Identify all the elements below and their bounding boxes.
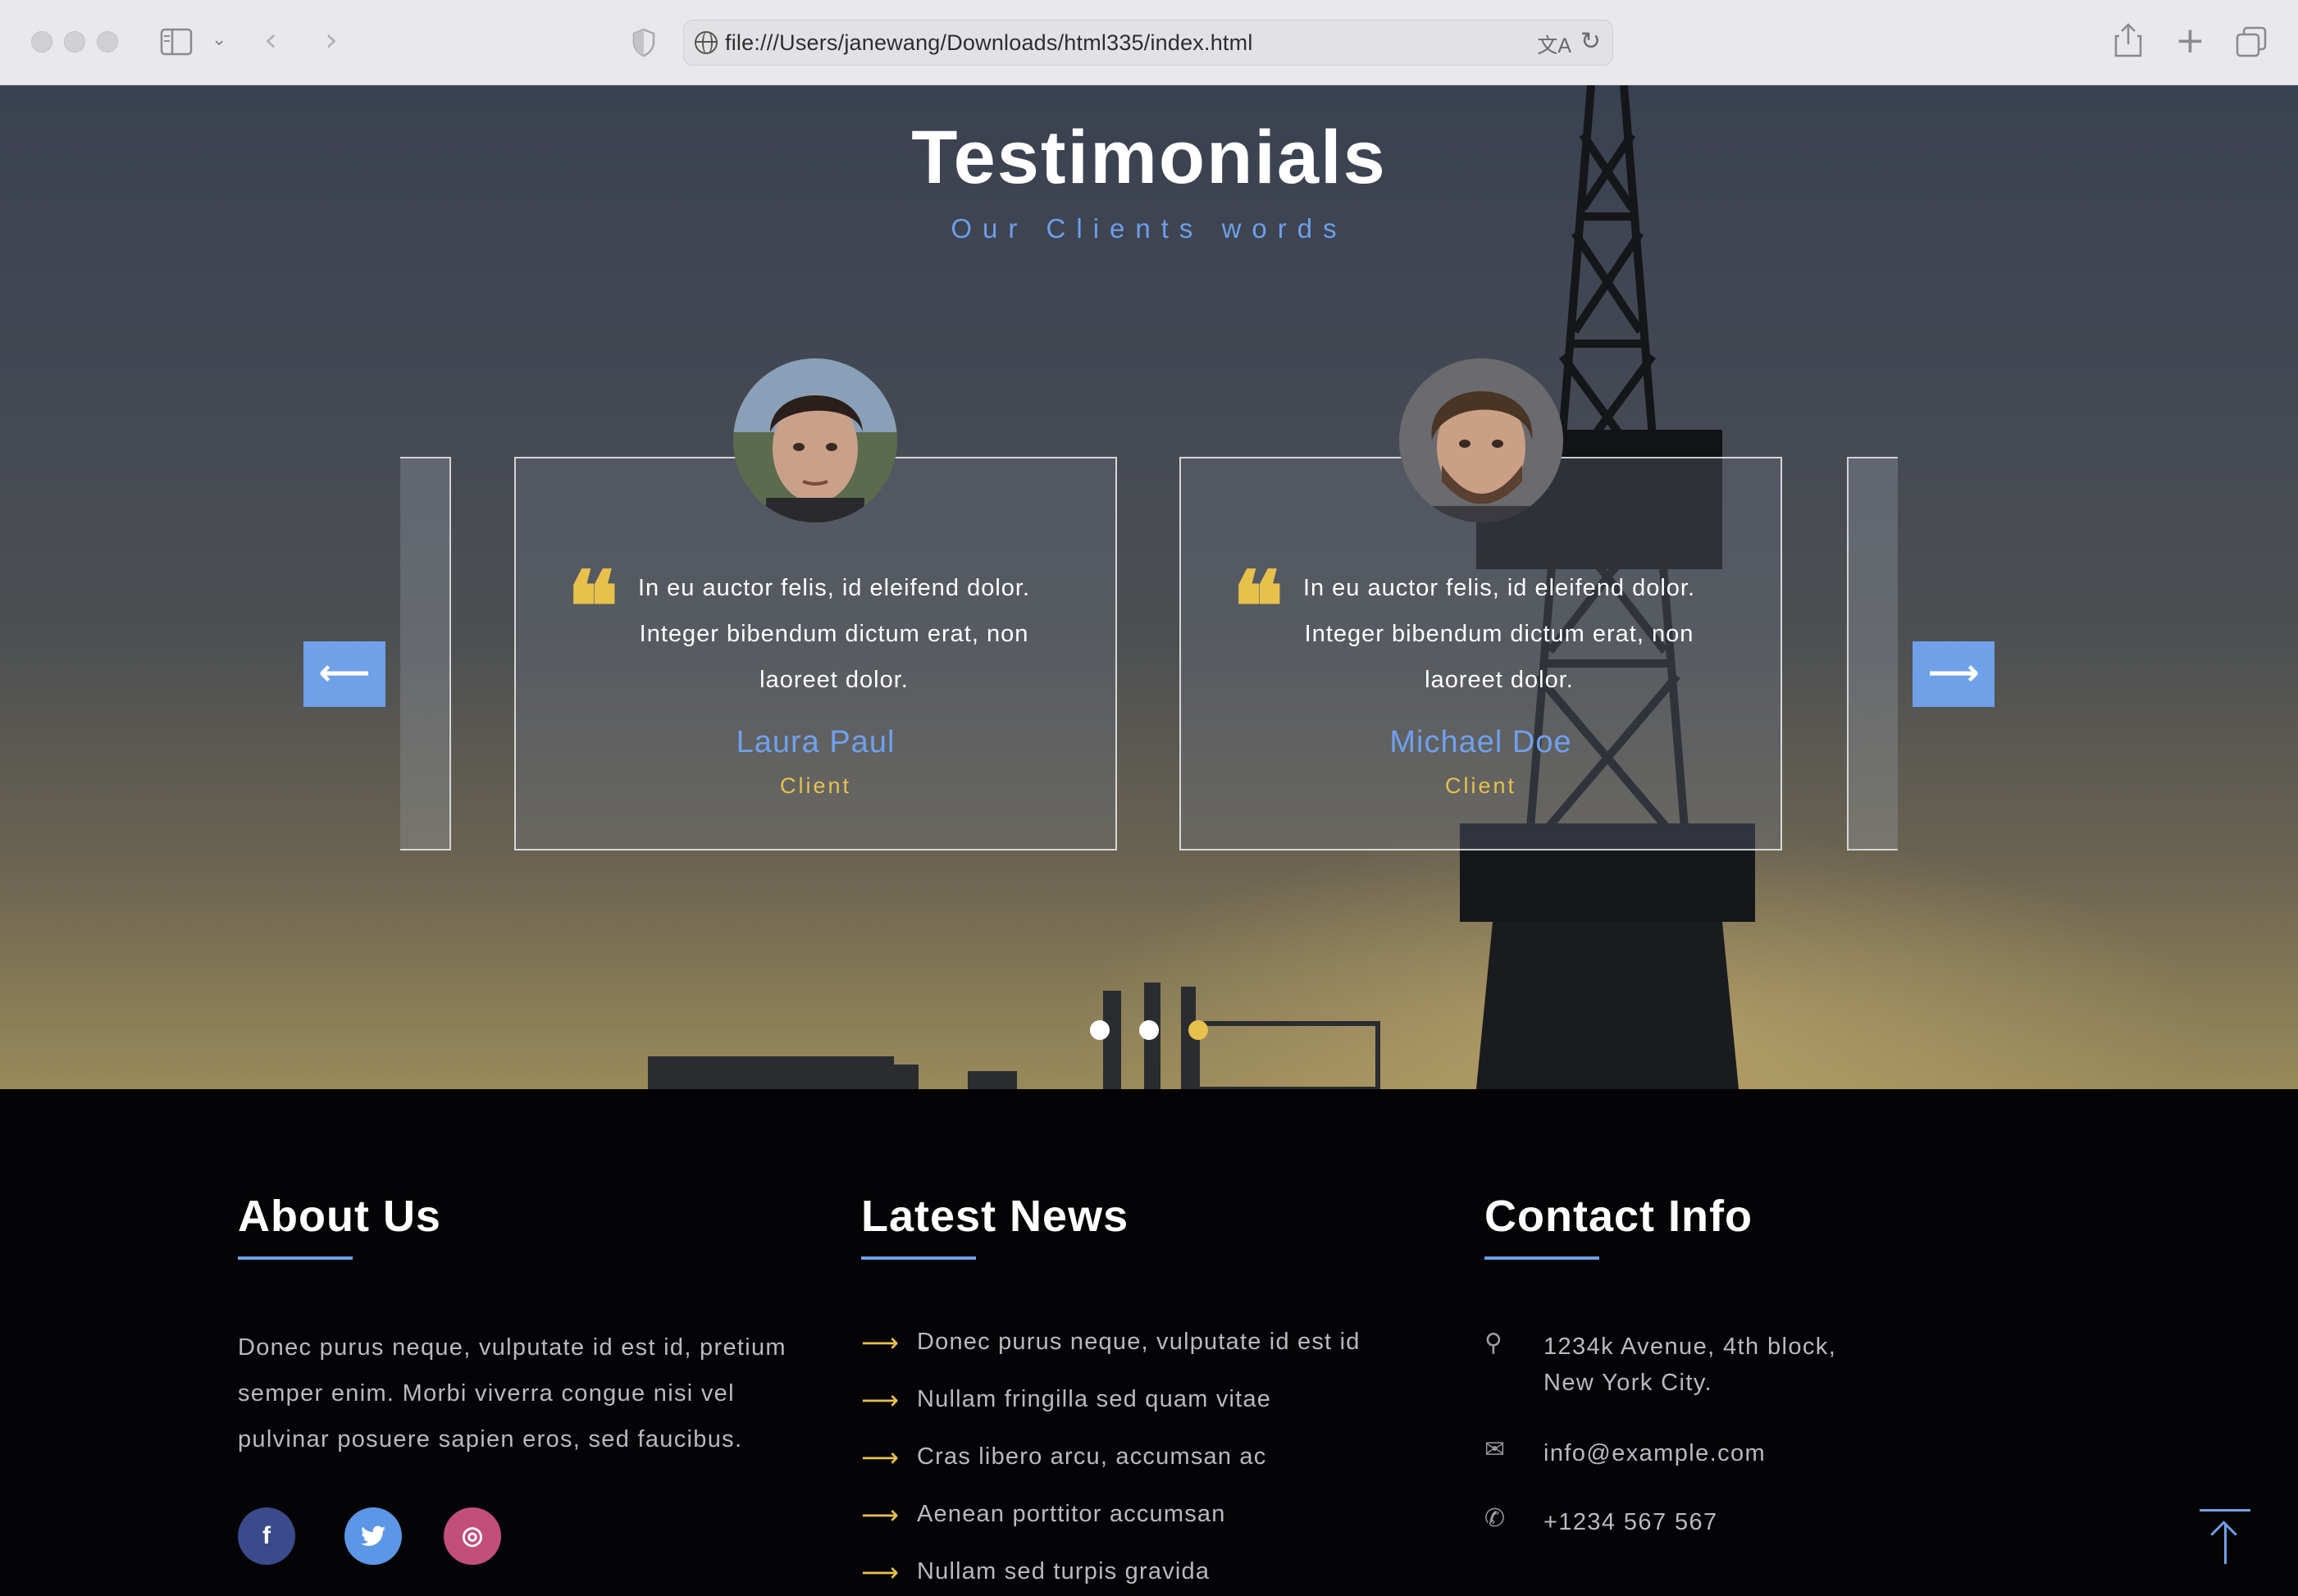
arrow-right-icon: ⟶ bbox=[861, 1557, 899, 1588]
testimonials-section: Testimonials Our Clients words ❝ In eu a… bbox=[0, 85, 2298, 1089]
avatar bbox=[733, 358, 897, 522]
phone-icon: ✆ bbox=[1484, 1504, 1506, 1533]
title-underline bbox=[861, 1256, 976, 1260]
address-line-1: 1234k Avenue, 4th block, bbox=[1543, 1334, 1837, 1360]
title-underline bbox=[1484, 1256, 1599, 1260]
news-title: Latest News bbox=[861, 1192, 1129, 1241]
address-line-2: New York City. bbox=[1543, 1370, 1713, 1396]
reload-icon[interactable]: ↻ bbox=[1580, 27, 1601, 56]
window-minimize-button[interactable] bbox=[64, 31, 85, 52]
carousel-dot-1[interactable] bbox=[1090, 1020, 1110, 1040]
back-to-top-button[interactable] bbox=[2200, 1509, 2250, 1566]
facebook-icon[interactable]: f bbox=[238, 1507, 295, 1565]
arrow-right-icon: ⟶ bbox=[861, 1327, 899, 1358]
about-text: Donec purus neque, vulputate id est id, … bbox=[238, 1334, 787, 1452]
avatar bbox=[1399, 358, 1563, 522]
back-arrow-icon[interactable]: ‹ bbox=[264, 21, 277, 59]
news-link[interactable]: Donec purus neque, vulputate id est id bbox=[917, 1329, 1361, 1356]
window-zoom-button[interactable] bbox=[97, 31, 118, 52]
section-subtitle: Our Clients words bbox=[951, 213, 1347, 244]
about-title: About Us bbox=[238, 1192, 441, 1241]
testimonial-role: Client bbox=[779, 773, 852, 798]
browser-toolbar: ⌄ ‹ › file:///Users/janewang/Downloads/h… bbox=[0, 0, 2298, 85]
testimonial-role: Client bbox=[1444, 773, 1517, 798]
new-tab-icon[interactable]: + bbox=[2175, 20, 2205, 62]
email-link[interactable]: info@example.com bbox=[1543, 1435, 1766, 1471]
arrow-right-icon: ⟶ bbox=[861, 1442, 899, 1473]
news-link[interactable]: Aenean porttitor accumsan bbox=[917, 1501, 1226, 1528]
globe-icon bbox=[695, 31, 718, 54]
shield-icon[interactable] bbox=[631, 28, 656, 57]
quote-icon: ❝ bbox=[567, 549, 619, 663]
map-pin-icon: ⚲ bbox=[1484, 1329, 1502, 1357]
forward-arrow-icon[interactable]: › bbox=[325, 21, 338, 59]
twitter-icon[interactable] bbox=[344, 1507, 402, 1565]
testimonial-text: In eu auctor felis, id eleifend dolor. I… bbox=[637, 575, 1031, 693]
testimonial-name: Laura Paul bbox=[736, 725, 896, 759]
news-link[interactable]: Nullam sed turpis gravida bbox=[917, 1558, 1210, 1585]
tab-overview-icon[interactable] bbox=[2236, 26, 2267, 57]
dribbble-icon[interactable]: ◎ bbox=[444, 1507, 501, 1565]
chevron-down-icon[interactable]: ⌄ bbox=[212, 30, 226, 50]
next-card-preview bbox=[1847, 457, 1898, 850]
testimonial-text: In eu auctor felis, id eleifend dolor. I… bbox=[1302, 575, 1696, 693]
carousel-prev-button[interactable]: ⟵ bbox=[303, 641, 385, 707]
section-title: Testimonials bbox=[911, 116, 1387, 199]
translate-icon[interactable]: 文A bbox=[1537, 30, 1571, 59]
quote-icon: ❝ bbox=[1232, 549, 1284, 663]
url-text[interactable]: file:///Users/janewang/Downloads/html335… bbox=[725, 30, 1253, 56]
title-underline bbox=[238, 1256, 353, 1260]
sidebar-toggle-icon[interactable] bbox=[160, 28, 193, 56]
window-close-button[interactable] bbox=[31, 31, 52, 52]
testimonial-name: Michael Doe bbox=[1389, 725, 1572, 759]
contact-title: Contact Info bbox=[1484, 1192, 1753, 1241]
site-footer: About Us Donec purus neque, vulputate id… bbox=[0, 1089, 2298, 1596]
carousel-dot-3-active[interactable] bbox=[1188, 1020, 1208, 1040]
carousel-dot-2[interactable] bbox=[1139, 1020, 1159, 1040]
news-link[interactable]: Cras libero arcu, accumsan ac bbox=[917, 1443, 1266, 1471]
share-icon[interactable] bbox=[2114, 23, 2142, 57]
phone-link[interactable]: +1234 567 567 bbox=[1543, 1504, 1718, 1540]
previous-card-preview bbox=[400, 457, 451, 850]
news-link[interactable]: Nullam fringilla sed quam vitae bbox=[917, 1386, 1271, 1413]
arrow-right-icon: ⟶ bbox=[861, 1499, 899, 1530]
address-bar[interactable]: file:///Users/janewang/Downloads/html335… bbox=[683, 20, 1613, 66]
envelope-icon: ✉ bbox=[1484, 1435, 1506, 1464]
carousel-next-button[interactable]: ⟶ bbox=[1913, 641, 1995, 707]
arrow-right-icon: ⟶ bbox=[861, 1384, 899, 1416]
